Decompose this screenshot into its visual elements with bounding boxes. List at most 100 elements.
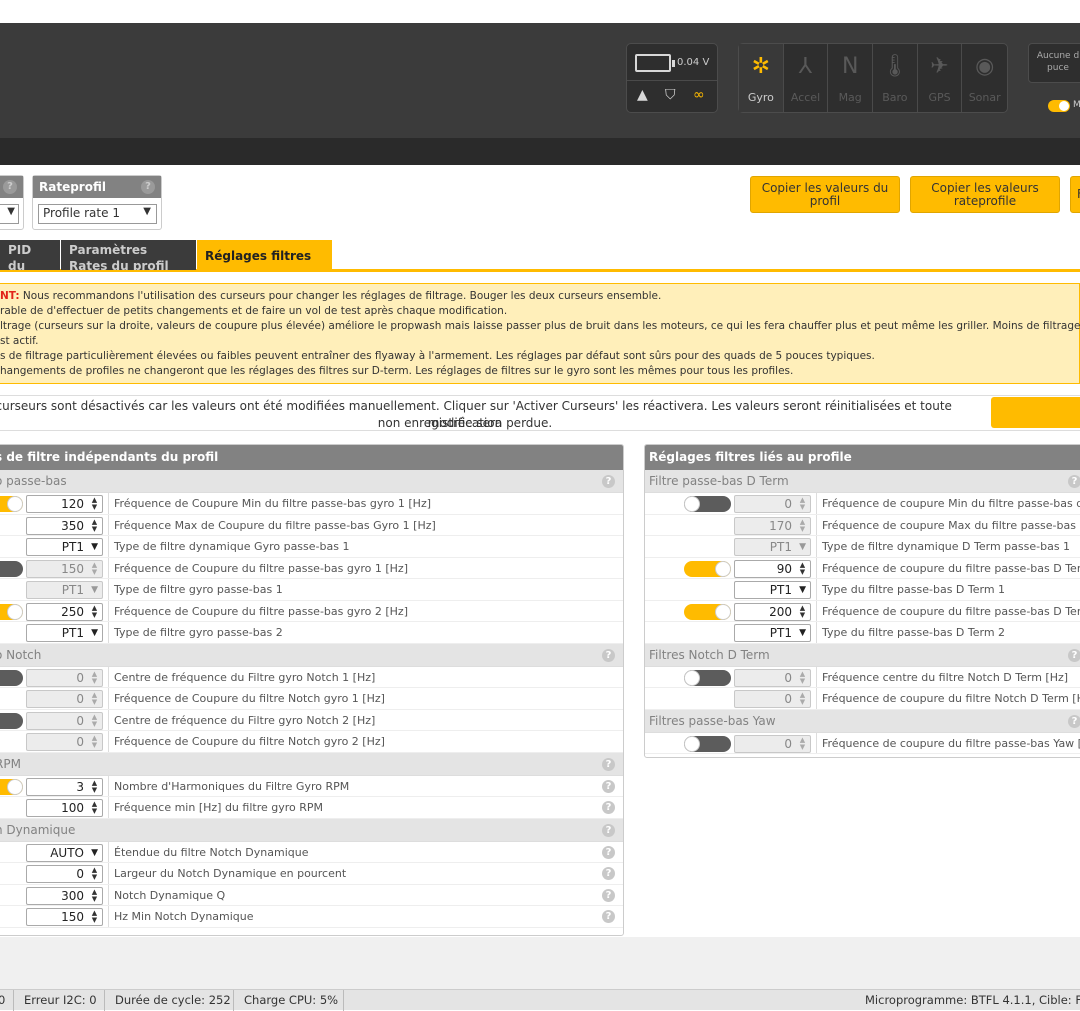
dfu-panel[interactable]: Aucune d puce	[1028, 43, 1080, 83]
filter-value-input[interactable]: 100 ▲ ▼	[26, 799, 103, 817]
tab-filters[interactable]: Réglages filtres	[197, 240, 332, 270]
rateprofile-select[interactable]: Profile rate 1 ▼	[38, 204, 157, 224]
filter-toggle[interactable]	[684, 735, 731, 752]
help-icon[interactable]: ?	[3, 180, 17, 194]
help-icon[interactable]: ?	[1068, 714, 1080, 728]
filter-value-input[interactable]: 90 ▲ ▼	[734, 559, 811, 578]
stepper-icon[interactable]: ▲ ▼	[89, 779, 100, 794]
field-value: 250	[61, 604, 84, 619]
help-icon[interactable]: ?	[602, 910, 615, 923]
stepper-icon[interactable]: ▲ ▼	[89, 888, 100, 903]
third-button[interactable]: F	[1070, 176, 1080, 213]
help-icon[interactable]: ?	[602, 867, 615, 880]
tab-pid[interactable]: PID du profil	[0, 240, 60, 270]
stepper-icon[interactable]: ▲ ▼	[797, 604, 808, 619]
filter-value-input[interactable]: 0 ▲ ▼	[26, 865, 103, 883]
section-title: h Dynamique	[0, 822, 76, 837]
filter-value-input[interactable]: 0 ▲ ▼	[734, 690, 811, 708]
section-title: Filtres Notch D Term	[649, 647, 770, 662]
filter-value-input[interactable]: 0 ▲ ▼	[26, 690, 103, 708]
stepper-icon[interactable]: ▲ ▼	[89, 910, 100, 924]
filter-value-input[interactable]: 150 ▲ ▼	[26, 559, 103, 578]
stepper-icon[interactable]: ▲ ▼	[89, 801, 100, 815]
stepper-icon[interactable]: ▲ ▼	[89, 867, 100, 881]
help-icon[interactable]: ?	[602, 888, 615, 902]
stepper-icon[interactable]: ▲ ▼	[89, 497, 100, 511]
filter-value-input[interactable]: 0 ▲ ▼	[734, 668, 811, 687]
copy-profile-button[interactable]: Copier les valeurs du profil	[750, 176, 900, 213]
help-icon[interactable]: ?	[1068, 648, 1080, 662]
filter-toggle[interactable]	[684, 496, 731, 512]
filter-value-input[interactable]: 0 ▲ ▼	[734, 734, 811, 753]
filter-value-input[interactable]: 170 ▲ ▼	[734, 516, 811, 535]
filter-type-select[interactable]: PT1 ▼	[26, 538, 103, 556]
filter-value-input[interactable]: 0 ▲ ▼	[26, 711, 103, 730]
help-icon[interactable]: ?	[602, 648, 615, 662]
filter-toggle[interactable]	[0, 712, 23, 729]
filter-toggle[interactable]	[0, 496, 23, 512]
filter-type-select[interactable]: PT1 ▼	[26, 581, 103, 599]
filter-value-input[interactable]: 350 ▲ ▼	[26, 516, 103, 535]
stepper-icon[interactable]: ▲ ▼	[89, 692, 100, 706]
enable-sliders-button[interactable]	[991, 397, 1080, 428]
help-icon[interactable]: ?	[602, 845, 615, 859]
stepper-icon[interactable]: ▲ ▼	[797, 561, 808, 576]
field-value: 100	[61, 801, 84, 815]
filter-type-select[interactable]: PT1 ▼	[734, 624, 811, 642]
filter-toggle[interactable]	[0, 778, 23, 795]
filter-value-input[interactable]: 0 ▲ ▼	[26, 733, 103, 751]
filter-toggle[interactable]	[0, 669, 23, 686]
help-icon[interactable]: ?	[602, 757, 615, 771]
profile-select[interactable]: ▼	[0, 204, 19, 224]
filter-value-input[interactable]: 3 ▲ ▼	[26, 777, 103, 796]
copy-rateprofile-button[interactable]: Copier les valeurs rateprofile	[910, 176, 1060, 213]
baro-icon: 🌡	[880, 54, 909, 79]
stepper-icon[interactable]: ▲ ▼	[797, 692, 808, 706]
filter-toggle[interactable]	[0, 603, 23, 620]
mode-toggle[interactable]	[1048, 100, 1070, 112]
divider	[108, 731, 109, 752]
stepper-icon[interactable]: ▲ ▼	[797, 497, 808, 511]
help-icon[interactable]: ?	[602, 475, 615, 488]
filter-type-select[interactable]: PT1 ▼	[734, 581, 811, 599]
filter-value-input[interactable]: 150 ▲ ▼	[26, 908, 103, 926]
filter-value-input[interactable]: 120 ▲ ▼	[26, 495, 103, 513]
filter-type-select[interactable]: AUTO ▼	[26, 843, 103, 862]
field-value: 0	[784, 670, 792, 685]
notice-line: rable de d'effectuer de petits changemen…	[0, 305, 508, 317]
filter-value-input[interactable]: 250 ▲ ▼	[26, 602, 103, 621]
filter-label: Fréquence Max de Coupure du filtre passe…	[114, 518, 436, 532]
notice-line: st actif.	[0, 335, 39, 347]
filter-toggle[interactable]	[0, 560, 23, 577]
stepper-icon[interactable]: ▲ ▼	[797, 670, 808, 685]
stepper-icon[interactable]: ▲ ▼	[797, 518, 808, 533]
filter-toggle[interactable]	[684, 560, 731, 577]
filter-toggle[interactable]	[684, 669, 731, 686]
help-icon[interactable]: ?	[602, 823, 615, 837]
filter-value-input[interactable]: 0 ▲ ▼	[26, 668, 103, 687]
stepper-icon[interactable]: ▲ ▼	[89, 604, 100, 619]
tab-rates[interactable]: Paramètres Rates du profil	[61, 240, 196, 270]
help-icon[interactable]: ?	[141, 180, 155, 194]
filter-label: Fréquence de coupure Max du filtre passe…	[822, 518, 1080, 532]
filter-type-select[interactable]: PT1 ▼	[26, 624, 103, 642]
stepper-icon[interactable]: ▲ ▼	[89, 735, 100, 749]
stepper-icon[interactable]: ▲ ▼	[89, 670, 100, 685]
filter-type-select[interactable]: PT1 ▼	[734, 538, 811, 556]
filter-value-input[interactable]: 200 ▲ ▼	[734, 602, 811, 621]
stepper-icon[interactable]: ▲ ▼	[797, 736, 808, 751]
stepper-icon[interactable]: ▲ ▼	[89, 518, 100, 533]
chevron-down-icon: ▼	[799, 542, 806, 552]
stepper-icon[interactable]: ▲ ▼	[89, 713, 100, 728]
help-icon[interactable]: ?	[602, 779, 615, 793]
filter-label: Nombre d'Harmoniques du Filtre Gyro RPM	[114, 779, 350, 793]
help-icon[interactable]: ?	[1068, 475, 1080, 488]
sensor-gps: ✈ GPS	[918, 44, 963, 112]
status-packet: 0	[0, 993, 6, 1007]
stepper-icon[interactable]: ▲ ▼	[89, 561, 100, 576]
filter-value-input[interactable]: 0 ▲ ▼	[734, 495, 811, 513]
sensor-mag: N Mag	[828, 44, 874, 112]
help-icon[interactable]: ?	[602, 801, 615, 814]
filter-toggle[interactable]	[684, 603, 731, 620]
filter-value-input[interactable]: 300 ▲ ▼	[26, 886, 103, 905]
